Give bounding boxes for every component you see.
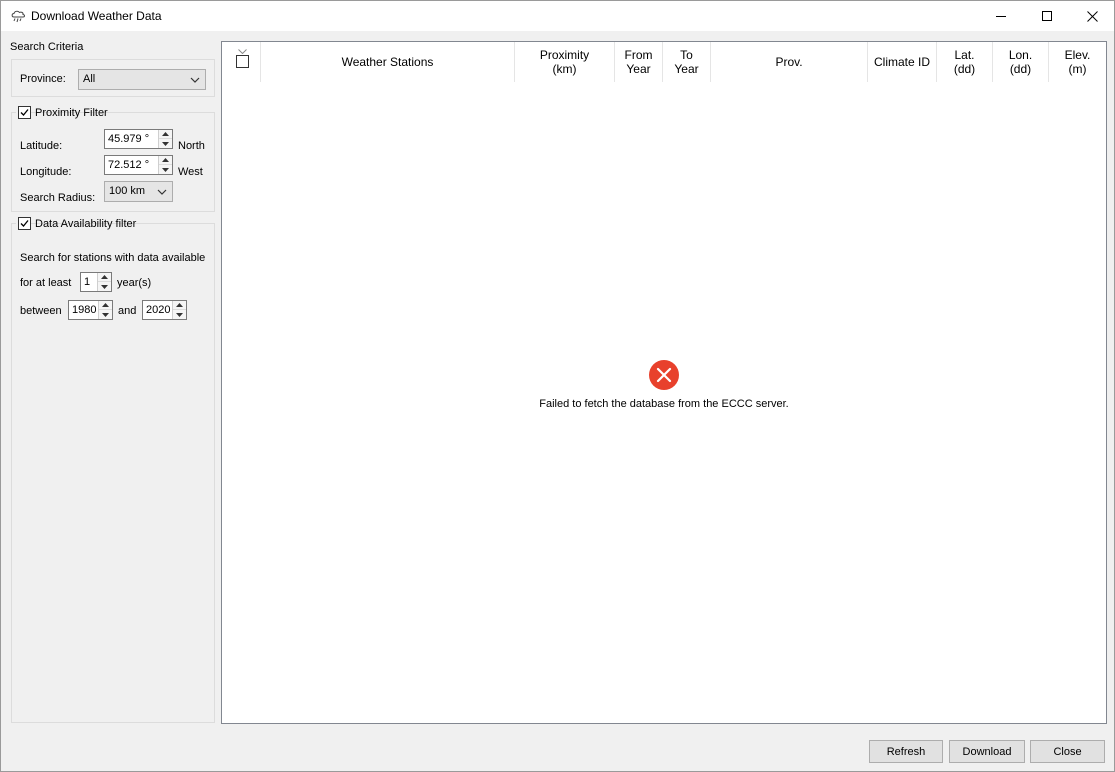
longitude-label: Longitude: [20, 166, 72, 178]
proximity-filter-checkbox[interactable] [18, 106, 31, 119]
sort-indicator-icon [238, 43, 247, 55]
between-label: between [20, 305, 62, 317]
spin-up-icon[interactable] [98, 273, 111, 282]
maximize-icon [1042, 11, 1052, 21]
close-button[interactable]: Close [1030, 740, 1105, 763]
close-window-button[interactable] [1069, 1, 1115, 31]
proximity-filter-group: Latitude: 45.979 ° North Longitude: 72.5… [11, 112, 215, 212]
error-message: Failed to fetch the database from the EC… [539, 398, 789, 410]
download-weather-data-window: Download Weather Data Search Criteria Pr… [0, 0, 1115, 772]
search-radius-select[interactable]: 100 km [104, 181, 173, 202]
search-criteria-title: Search Criteria [10, 41, 84, 53]
data-availability-label: Data Availability filter [35, 218, 137, 230]
table-header: Weather Stations Proximity (km) From Yea… [222, 42, 1106, 82]
search-criteria-panel: Search Criteria Province: All Latitude: … [10, 39, 216, 724]
spin-up-icon[interactable] [159, 130, 172, 139]
chevron-down-icon [189, 74, 201, 86]
start-year-value: 1980 [72, 304, 97, 316]
column-header[interactable]: Weather Stations [261, 42, 515, 82]
spin-down-icon[interactable] [99, 310, 112, 319]
longitude-value: 72.512 ° [108, 159, 150, 171]
maximize-button[interactable] [1024, 1, 1070, 31]
search-radius-value: 100 km [109, 185, 146, 197]
chevron-down-icon [156, 186, 168, 198]
close-icon [1086, 10, 1098, 22]
column-header[interactable]: Lat. (dd) [937, 42, 993, 82]
spin-up-icon[interactable] [173, 301, 186, 310]
select-all-column[interactable] [222, 42, 261, 82]
spin-down-icon[interactable] [173, 310, 186, 319]
data-availability-group: Search for stations with data available … [11, 223, 215, 723]
proximity-filter-toggle[interactable]: Proximity Filter [16, 105, 108, 121]
province-group: Province: All [11, 59, 215, 97]
data-availability-checkbox[interactable] [18, 217, 31, 230]
proximity-filter-label: Proximity Filter [35, 107, 108, 119]
province-label: Province: [20, 73, 66, 85]
latitude-label: Latitude: [20, 140, 63, 152]
longitude-spinbox[interactable]: 72.512 ° [104, 155, 173, 175]
column-header[interactable]: From Year [615, 42, 663, 82]
weather-stations-table: Weather Stations Proximity (km) From Yea… [221, 41, 1107, 724]
error-x-icon [649, 360, 679, 390]
spin-down-icon[interactable] [98, 282, 111, 291]
availability-description: Search for stations with data available [20, 252, 206, 264]
error-message-area: Failed to fetch the database from the EC… [222, 360, 1106, 420]
min-years-value: 1 [84, 276, 91, 288]
column-header[interactable]: Lon. (dd) [993, 42, 1049, 82]
checkmark-icon [20, 220, 29, 227]
province-select[interactable]: All [78, 69, 206, 90]
and-label: and [118, 305, 137, 317]
start-year-spinbox[interactable]: 1980 [68, 300, 113, 320]
latitude-spinbox[interactable]: 45.979 ° [104, 129, 173, 149]
years-label: year(s) [117, 277, 152, 289]
download-button[interactable]: Download [949, 740, 1025, 763]
column-header[interactable]: Climate ID [868, 42, 937, 82]
column-header[interactable]: Elev. (m) [1049, 42, 1106, 82]
spin-up-icon[interactable] [99, 301, 112, 310]
cloud-rain-icon [10, 8, 26, 24]
refresh-button[interactable]: Refresh [869, 740, 943, 763]
longitude-hemisphere: West [178, 166, 203, 178]
for-at-least-label: for at least [20, 277, 72, 289]
spin-down-icon[interactable] [159, 139, 172, 148]
province-value: All [83, 73, 96, 85]
latitude-hemisphere: North [178, 140, 205, 152]
data-availability-toggle[interactable]: Data Availability filter [16, 216, 136, 232]
checkmark-icon [20, 109, 29, 116]
search-radius-label: Search Radius: [20, 192, 96, 204]
latitude-value: 45.979 ° [108, 133, 150, 145]
end-year-spinbox[interactable]: 2020 [142, 300, 187, 320]
column-header[interactable]: Prov. [711, 42, 868, 82]
spin-down-icon[interactable] [159, 165, 172, 174]
select-all-checkbox[interactable] [236, 55, 249, 68]
window-title: Download Weather Data [31, 9, 162, 23]
spin-up-icon[interactable] [159, 156, 172, 165]
minimize-button[interactable] [978, 1, 1024, 31]
column-header[interactable]: Proximity (km) [515, 42, 615, 82]
title-bar: Download Weather Data [1, 1, 1114, 31]
end-year-value: 2020 [146, 304, 171, 316]
column-header[interactable]: To Year [663, 42, 711, 82]
minimize-icon [996, 16, 1006, 17]
min-years-spinbox[interactable]: 1 [80, 272, 112, 292]
